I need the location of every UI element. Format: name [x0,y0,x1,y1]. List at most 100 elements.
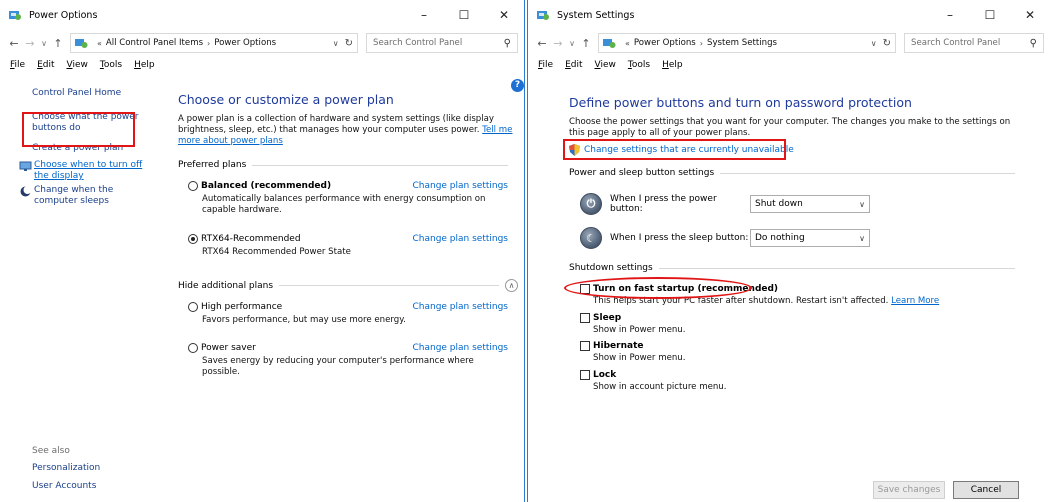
plan-radio-power-saver[interactable] [188,343,198,353]
chevron-down-icon[interactable]: ∨ [333,39,339,48]
control-panel-icon [603,39,616,48]
sidebar: Control Panel Home Choose what the power… [18,88,153,207]
chevron-right-icon[interactable]: › [700,39,703,48]
preferred-plans-header: Preferred plans [178,160,508,170]
sidebar-item-home[interactable]: Control Panel Home [32,88,153,99]
menu-bar: File Edit View Tools Help [0,56,524,74]
recent-locations-button[interactable]: ∨ [566,39,578,48]
menu-file[interactable]: File [4,60,31,70]
chevron-right-icon[interactable]: › [207,39,210,48]
change-plan-settings-link[interactable]: Change plan settings [412,234,508,244]
up-button[interactable]: ↑ [50,37,66,50]
power-button-select[interactable]: Shut down ∨ [750,195,870,213]
chevron-down-icon: ∨ [859,199,865,209]
option-lock: Lock Show in account picture menu. [580,370,726,392]
recent-locations-button[interactable]: ∨ [38,39,50,48]
minimize-button[interactable]: – [930,0,970,30]
address-bar-row: ← → ∨ ↑ « Power Options › System Setting… [528,30,1050,56]
sleep-button-label: When I press the sleep button: [610,233,749,243]
link-user-accounts[interactable]: User Accounts [32,481,96,491]
menu-edit[interactable]: Edit [559,60,588,70]
chevron-up-icon[interactable]: ∧ [505,279,518,292]
shutdown-settings-header: Shutdown settings [569,263,1015,273]
breadcrumb-all-items[interactable]: All Control Panel Items [106,38,203,48]
breadcrumb-power-options[interactable]: Power Options [214,38,276,48]
breadcrumb-overflow[interactable]: « [625,39,630,48]
menu-help[interactable]: Help [656,60,689,70]
power-button-row: ⏻ When I press the power button: Shut do… [580,193,870,215]
address-box[interactable]: « Power Options › System Settings ∨ ↻ [598,33,896,53]
hide-additional-plans-header[interactable]: Hide additional plans ∧ [178,279,518,292]
power-button-label: When I press the power button: [610,194,717,214]
address-box[interactable]: « All Control Panel Items › Power Option… [70,33,358,53]
breadcrumb-power-options[interactable]: Power Options [634,38,696,48]
cancel-button[interactable]: Cancel [953,481,1019,499]
maximize-button[interactable]: ☐ [970,0,1010,30]
hibernate-checkbox[interactable] [580,341,590,351]
plan-balanced: Balanced (recommended) Change plan setti… [188,181,508,216]
chevron-down-icon[interactable]: ∨ [871,39,877,48]
menu-edit[interactable]: Edit [31,60,60,70]
option-hibernate: Hibernate Show in Power menu. [580,341,685,363]
plan-name: Power saver [201,343,256,353]
sleep-button-select[interactable]: Do nothing ∨ [750,229,870,247]
lock-desc: Show in account picture menu. [593,382,727,392]
learn-more-link[interactable]: Learn More [891,296,939,306]
close-button[interactable]: ✕ [484,0,524,30]
menu-tools[interactable]: Tools [622,60,656,70]
sidebar-item-sleep[interactable]: Change when the computer sleeps [20,185,153,207]
link-personalization[interactable]: Personalization [32,463,100,473]
forward-button[interactable]: → [22,37,38,50]
lock-checkbox[interactable] [580,370,590,380]
plan-radio-balanced[interactable] [188,181,198,191]
plan-radio-high-performance[interactable] [188,302,198,312]
plan-name: RTX64-Recommended [201,234,301,244]
search-input[interactable]: Search Control Panel ⚲ [904,33,1044,53]
hibernate-label[interactable]: Hibernate [593,341,644,351]
address-bar-row: ← → ∨ ↑ « All Control Panel Items › Powe… [0,30,524,56]
plan-high-performance: High performance Change plan settings Fa… [188,302,508,326]
forward-button[interactable]: → [550,37,566,50]
sidebar-item-display[interactable]: Choose when to turn off the display [19,160,153,182]
window-title: System Settings [557,9,635,21]
breadcrumb-system-settings[interactable]: System Settings [707,38,777,48]
refresh-icon[interactable]: ↻ [883,38,891,49]
up-button[interactable]: ↑ [578,37,594,50]
breadcrumb-overflow[interactable]: « [97,39,102,48]
back-button[interactable]: ← [534,37,550,50]
refresh-icon[interactable]: ↻ [345,38,353,49]
control-panel-icon [75,39,88,48]
change-plan-settings-link[interactable]: Change plan settings [412,181,508,191]
help-icon[interactable]: ? [511,79,524,92]
search-icon[interactable]: ⚲ [504,38,511,49]
menu-file[interactable]: File [532,60,559,70]
system-settings-window: System Settings – ☐ ✕ ← → ∨ ↑ « Power Op… [527,0,1050,502]
sleep-checkbox[interactable] [580,313,590,323]
plan-name: High performance [201,302,283,312]
maximize-button[interactable]: ☐ [444,0,484,30]
menu-view[interactable]: View [61,60,94,70]
sleep-label[interactable]: Sleep [593,313,621,323]
title-bar[interactable]: Power Options – ☐ ✕ [0,0,524,30]
chevron-down-icon: ∨ [859,233,865,243]
change-plan-settings-link[interactable]: Change plan settings [412,343,508,353]
menu-tools[interactable]: Tools [94,60,128,70]
plan-desc: Saves energy by reducing your computer's… [202,356,474,377]
title-bar[interactable]: System Settings – ☐ ✕ [528,0,1050,30]
close-button[interactable]: ✕ [1010,0,1050,30]
back-button[interactable]: ← [6,37,22,50]
plan-radio-rtx64[interactable] [188,234,198,244]
menu-help[interactable]: Help [128,60,161,70]
search-icon[interactable]: ⚲ [1030,38,1037,49]
search-input[interactable]: Search Control Panel ⚲ [366,33,518,53]
lock-label[interactable]: Lock [593,370,616,380]
change-plan-settings-link[interactable]: Change plan settings [412,302,508,312]
option-sleep: Sleep Show in Power menu. [580,313,685,335]
menu-view[interactable]: View [589,60,622,70]
search-placeholder: Search Control Panel [911,38,1001,48]
moon-icon [20,186,32,197]
minimize-button[interactable]: – [404,0,444,30]
plan-description: A power plan is a collection of hardware… [178,114,513,146]
save-changes-button[interactable]: Save changes [873,481,945,499]
sleep-desc: Show in Power menu. [593,325,686,335]
